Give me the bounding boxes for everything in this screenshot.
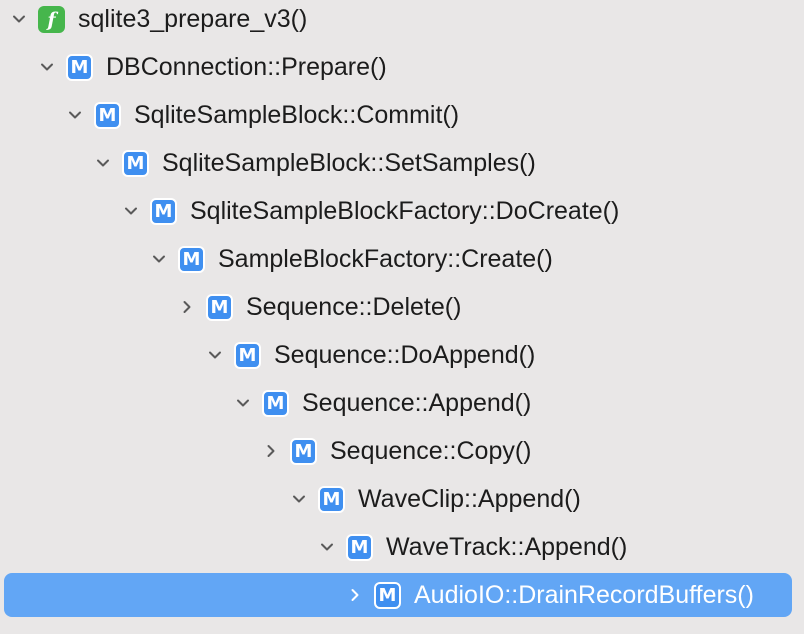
tree-row-label: AudioIO::DrainRecordBuffers() <box>414 581 754 609</box>
method-icon: M <box>206 294 233 321</box>
chevron-down-icon[interactable] <box>292 489 306 509</box>
method-icon: M <box>374 582 401 609</box>
method-icon: M <box>66 54 93 81</box>
tree-row[interactable]: M Sequence::Append() <box>0 379 804 427</box>
tree-row-label: SqliteSampleBlock::Commit() <box>134 101 460 129</box>
method-icon: M <box>122 150 149 177</box>
tree-row-selected[interactable]: M AudioIO::DrainRecordBuffers() <box>0 571 804 619</box>
tree-row-label: DBConnection::Prepare() <box>106 53 387 81</box>
method-icon: M <box>262 390 289 417</box>
tree-row[interactable]: M Sequence::DoAppend() <box>0 331 804 379</box>
tree-row[interactable]: M SqliteSampleBlock::Commit() <box>0 91 804 139</box>
chevron-down-icon[interactable] <box>236 393 250 413</box>
call-tree: f sqlite3_prepare_v3()M DBConnection::Prep… <box>0 0 804 634</box>
method-icon: M <box>150 198 177 225</box>
chevron-down-icon[interactable] <box>40 57 54 77</box>
chevron-down-icon[interactable] <box>124 201 138 221</box>
chevron-right-icon[interactable] <box>264 441 278 461</box>
chevron-down-icon[interactable] <box>152 249 166 269</box>
tree-row-label: WaveClip::Append() <box>358 485 581 513</box>
chevron-right-icon[interactable] <box>180 297 194 317</box>
function-icon: f <box>38 6 65 33</box>
tree-row[interactable]: M SqliteSampleBlock::SetSamples() <box>0 139 804 187</box>
tree-row[interactable]: M WaveTrack::Append() <box>0 523 804 571</box>
chevron-down-icon[interactable] <box>68 105 82 125</box>
tree-row-label: SampleBlockFactory::Create() <box>218 245 553 273</box>
method-icon: M <box>94 102 121 129</box>
chevron-down-icon[interactable] <box>96 153 110 173</box>
method-icon: M <box>178 246 205 273</box>
tree-row[interactable]: M SampleBlockFactory::Create() <box>0 235 804 283</box>
method-icon: M <box>346 534 373 561</box>
chevron-down-icon[interactable] <box>208 345 222 365</box>
tree-row[interactable]: M Sequence::Copy() <box>0 427 804 475</box>
chevron-right-icon[interactable] <box>348 585 362 605</box>
tree-row-label: Sequence::Delete() <box>246 293 462 321</box>
tree-row-label: Sequence::Copy() <box>330 437 532 465</box>
tree-row[interactable]: M DBConnection::Prepare() <box>0 43 804 91</box>
tree-row-label: Sequence::Append() <box>302 389 532 417</box>
tree-row[interactable]: M Sequence::Delete() <box>0 283 804 331</box>
method-icon: M <box>234 342 261 369</box>
method-icon: M <box>290 438 317 465</box>
tree-row[interactable]: M WaveClip::Append() <box>0 475 804 523</box>
tree-row[interactable]: M SqliteSampleBlockFactory::DoCreate() <box>0 187 804 235</box>
chevron-down-icon[interactable] <box>320 537 334 557</box>
method-icon: M <box>318 486 345 513</box>
tree-row-label: SqliteSampleBlock::SetSamples() <box>162 149 536 177</box>
tree-row-label: Sequence::DoAppend() <box>274 341 536 369</box>
tree-row-label: sqlite3_prepare_v3() <box>78 5 308 33</box>
chevron-down-icon[interactable] <box>12 9 26 29</box>
tree-row-label: SqliteSampleBlockFactory::DoCreate() <box>190 197 620 225</box>
tree-row-label: WaveTrack::Append() <box>386 533 628 561</box>
tree-row[interactable]: f sqlite3_prepare_v3() <box>0 0 804 43</box>
